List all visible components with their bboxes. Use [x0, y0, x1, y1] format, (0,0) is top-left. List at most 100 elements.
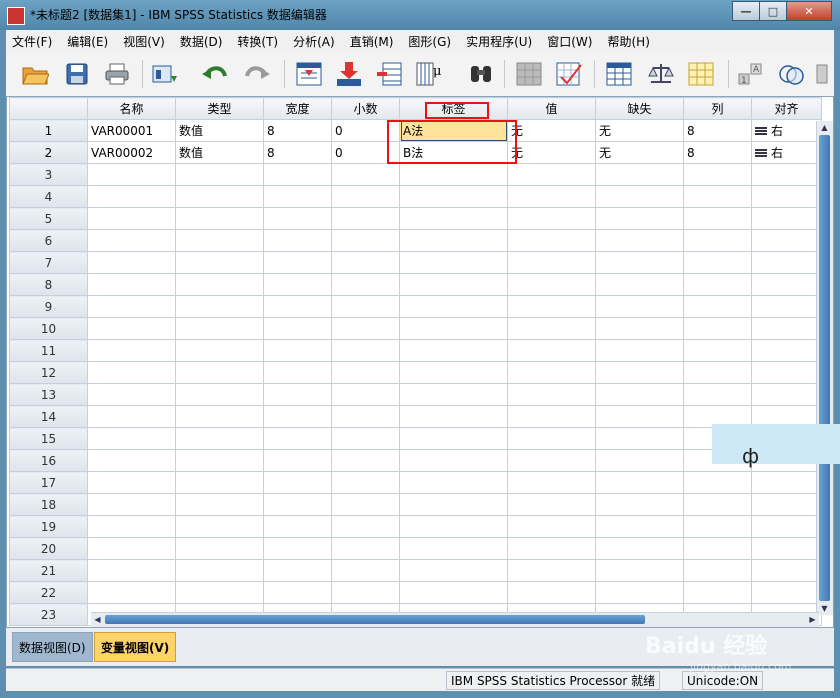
- empty-cell[interactable]: [175, 361, 264, 384]
- empty-cell[interactable]: [175, 273, 264, 296]
- row-header[interactable]: 12: [9, 361, 88, 384]
- horizontal-scrollbar[interactable]: ◀ ▶: [91, 612, 819, 627]
- menu-data[interactable]: 数据(D): [174, 33, 232, 50]
- empty-cell[interactable]: [683, 185, 752, 208]
- col-header-missing[interactable]: 缺失: [595, 97, 684, 120]
- empty-cell[interactable]: [507, 427, 596, 450]
- row-header[interactable]: 16: [9, 449, 88, 472]
- row-header[interactable]: 11: [9, 339, 88, 362]
- empty-cell[interactable]: [399, 317, 508, 340]
- venn-icon[interactable]: [776, 60, 806, 88]
- print-icon[interactable]: [102, 60, 132, 88]
- empty-cell[interactable]: [331, 537, 400, 560]
- empty-cell[interactable]: [751, 185, 822, 208]
- goto-variable-icon[interactable]: [334, 60, 364, 88]
- empty-cell[interactable]: [331, 251, 400, 274]
- row-header[interactable]: 14: [9, 405, 88, 428]
- empty-cell[interactable]: [87, 317, 176, 340]
- row-header[interactable]: 13: [9, 383, 88, 406]
- row-header[interactable]: 20: [9, 537, 88, 560]
- empty-cell[interactable]: [87, 515, 176, 538]
- row-header[interactable]: 10: [9, 317, 88, 340]
- empty-cell[interactable]: [331, 361, 400, 384]
- empty-cell[interactable]: [751, 295, 822, 318]
- empty-cell[interactable]: [595, 405, 684, 428]
- empty-cell[interactable]: [175, 493, 264, 516]
- empty-cell[interactable]: [399, 251, 508, 274]
- row-header[interactable]: 19: [9, 515, 88, 538]
- goto-case-icon[interactable]: [294, 60, 324, 88]
- empty-cell[interactable]: [507, 185, 596, 208]
- col-header-name[interactable]: 名称: [87, 97, 176, 120]
- row-header[interactable]: 7: [9, 251, 88, 274]
- empty-cell[interactable]: [683, 251, 752, 274]
- empty-cell[interactable]: [87, 471, 176, 494]
- empty-cell[interactable]: [507, 361, 596, 384]
- empty-cell[interactable]: [175, 383, 264, 406]
- empty-cell[interactable]: [507, 295, 596, 318]
- empty-cell[interactable]: [595, 449, 684, 472]
- empty-cell[interactable]: [683, 207, 752, 230]
- empty-cell[interactable]: [331, 471, 400, 494]
- empty-cell[interactable]: [87, 427, 176, 450]
- empty-cell[interactable]: [595, 339, 684, 362]
- empty-cell[interactable]: [751, 581, 822, 604]
- empty-cell[interactable]: [751, 317, 822, 340]
- empty-cell[interactable]: [399, 383, 508, 406]
- empty-cell[interactable]: [87, 405, 176, 428]
- empty-cell[interactable]: [331, 405, 400, 428]
- empty-cell[interactable]: [263, 581, 332, 604]
- menu-utilities[interactable]: 实用程序(U): [460, 33, 541, 50]
- col-header-columns[interactable]: 列: [683, 97, 752, 120]
- empty-cell[interactable]: [263, 427, 332, 450]
- empty-cell[interactable]: [263, 537, 332, 560]
- empty-cell[interactable]: [331, 383, 400, 406]
- empty-cell[interactable]: [399, 427, 508, 450]
- empty-cell[interactable]: [263, 471, 332, 494]
- empty-cell[interactable]: [751, 537, 822, 560]
- weight-cases-icon[interactable]: [554, 60, 584, 88]
- row-header[interactable]: 2: [9, 141, 88, 164]
- empty-cell[interactable]: [683, 229, 752, 252]
- corner-cell[interactable]: [9, 97, 88, 120]
- empty-cell[interactable]: [331, 295, 400, 318]
- cell-type[interactable]: 数值: [175, 119, 264, 142]
- empty-cell[interactable]: [507, 493, 596, 516]
- row-header[interactable]: 15: [9, 427, 88, 450]
- row-header[interactable]: 23: [9, 603, 88, 626]
- cell-missing[interactable]: 无: [595, 141, 684, 164]
- empty-cell[interactable]: [683, 471, 752, 494]
- empty-cell[interactable]: [595, 317, 684, 340]
- menu-transform[interactable]: 转换(T): [231, 33, 287, 50]
- menu-view[interactable]: 视图(V): [117, 33, 174, 50]
- empty-cell[interactable]: [263, 251, 332, 274]
- empty-cell[interactable]: [263, 163, 332, 186]
- empty-cell[interactable]: [331, 339, 400, 362]
- empty-cell[interactable]: [507, 163, 596, 186]
- row-header[interactable]: 18: [9, 493, 88, 516]
- cell-type[interactable]: 数值: [175, 141, 264, 164]
- cell-name[interactable]: VAR00001: [87, 119, 176, 142]
- empty-cell[interactable]: [683, 493, 752, 516]
- empty-cell[interactable]: [595, 229, 684, 252]
- menu-edit[interactable]: 编辑(E): [61, 33, 117, 50]
- empty-cell[interactable]: [751, 229, 822, 252]
- menu-file[interactable]: 文件(F): [6, 33, 61, 50]
- empty-cell[interactable]: [507, 251, 596, 274]
- empty-cell[interactable]: [751, 163, 822, 186]
- empty-cell[interactable]: [331, 581, 400, 604]
- empty-cell[interactable]: [595, 361, 684, 384]
- empty-cell[interactable]: [175, 581, 264, 604]
- menu-graphs[interactable]: 图形(G): [402, 33, 460, 50]
- empty-cell[interactable]: [399, 185, 508, 208]
- row-header[interactable]: 6: [9, 229, 88, 252]
- empty-cell[interactable]: [595, 207, 684, 230]
- horizontal-scroll-thumb[interactable]: [105, 615, 645, 624]
- empty-cell[interactable]: [751, 515, 822, 538]
- empty-cell[interactable]: [87, 449, 176, 472]
- empty-cell[interactable]: [399, 273, 508, 296]
- spss-app-icon[interactable]: [7, 7, 25, 25]
- empty-cell[interactable]: [399, 405, 508, 428]
- empty-cell[interactable]: [175, 229, 264, 252]
- empty-cell[interactable]: [751, 273, 822, 296]
